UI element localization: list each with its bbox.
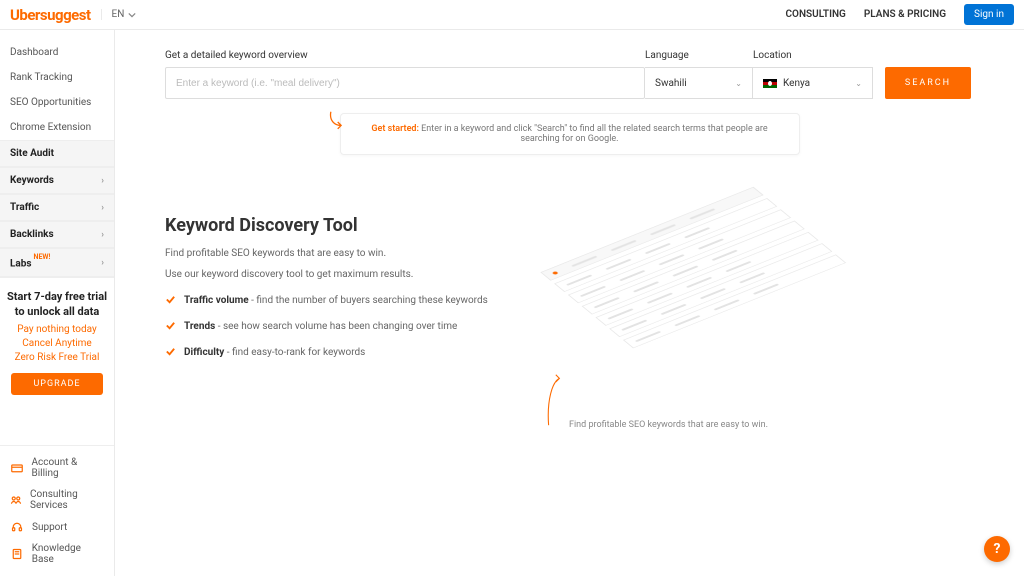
plans-pricing-link[interactable]: PLANS & PRICING	[864, 9, 946, 20]
discovery-section: Keyword Discovery Tool Find profitable S…	[165, 215, 974, 372]
tip-body: Enter in a keyword and click "Search" to…	[419, 124, 768, 144]
sidebar-consulting-services[interactable]: Consulting Services	[0, 484, 114, 516]
logo[interactable]: Ubersuggest	[10, 6, 91, 24]
header-right: CONSULTING PLANS & PRICING Sign in	[786, 4, 1014, 25]
discovery-paragraph: Find profitable SEO keywords that are ea…	[165, 248, 505, 259]
sign-in-button[interactable]: Sign in	[964, 4, 1014, 25]
illustration-caption: Find profitable SEO keywords that are ea…	[569, 420, 768, 430]
sidebar-head-traffic[interactable]: Traffic ›	[0, 194, 114, 221]
top-header: Ubersuggest EN CONSULTING PLANS & PRICIN…	[0, 0, 1024, 30]
sidebar-item-chrome-extension[interactable]: Chrome Extension	[0, 115, 114, 140]
discovery-bullets: Traffic volume - find the number of buye…	[165, 294, 505, 362]
sidebar-head-label: Traffic	[10, 202, 39, 213]
location-value: Kenya	[783, 78, 810, 89]
sidebar-item-dashboard[interactable]: Dashboard	[0, 40, 114, 65]
sidebar-knowledge-base[interactable]: Knowledge Base	[0, 538, 114, 570]
sidebar-footer-label: Consulting Services	[30, 489, 104, 511]
sidebar-head-keywords[interactable]: Keywords ›	[0, 167, 114, 194]
sidebar-head-label: Site Audit	[10, 148, 54, 159]
help-button[interactable]: ?	[984, 536, 1010, 562]
main-content: Get a detailed keyword overview Language…	[115, 30, 1024, 576]
label-keyword: Get a detailed keyword overview	[165, 50, 645, 61]
sidebar-item-seo-opportunities[interactable]: SEO Opportunities	[0, 90, 114, 115]
discovery-text: Keyword Discovery Tool Find profitable S…	[165, 215, 505, 372]
sidebar-footer-label: Support	[32, 522, 67, 533]
sidebar-account-billing[interactable]: Account & Billing	[0, 452, 114, 484]
sidebar-head-label: LabsNEW!	[10, 256, 50, 269]
chevron-right-icon: ›	[101, 230, 104, 240]
sidebar-footer-label: Knowledge Base	[32, 543, 104, 565]
document-icon	[10, 548, 24, 560]
sidebar-support[interactable]: Support	[0, 516, 114, 538]
search-row: Swahili ⌄ Kenya ⌄ SEARCH	[165, 67, 974, 99]
chevron-right-icon: ›	[101, 176, 104, 186]
bullet-traffic-volume: Traffic volume - find the number of buye…	[165, 294, 505, 310]
trial-title: Start 7-day free trialto unlock all data	[6, 290, 108, 319]
discovery-illustration: Find profitable SEO keywords that are ea…	[555, 215, 974, 372]
lang-code: EN	[112, 9, 125, 20]
card-icon	[10, 462, 23, 474]
location-select[interactable]: Kenya ⌄	[753, 67, 873, 99]
bullet-trends: Trends - see how search volume has been …	[165, 320, 505, 336]
discovery-paragraph: Use our keyword discovery tool to get ma…	[165, 269, 505, 280]
chevron-right-icon: ›	[101, 203, 104, 213]
language-select[interactable]: Swahili ⌄	[645, 67, 753, 99]
illustration-caption-wrap: Find profitable SEO keywords that are ea…	[545, 370, 768, 430]
sidebar-head-backlinks[interactable]: Backlinks ›	[0, 221, 114, 248]
consulting-link[interactable]: CONSULTING	[786, 9, 846, 20]
trial-line: Cancel Anytime	[6, 337, 108, 351]
label-location: Location	[753, 50, 873, 61]
header-left: Ubersuggest EN	[10, 6, 136, 24]
people-icon	[10, 494, 22, 506]
sidebar-head-labs[interactable]: LabsNEW! ›	[0, 248, 114, 277]
search-labels: Get a detailed keyword overview Language…	[165, 50, 974, 61]
sidebar-footer: Account & Billing Consulting Services Su…	[0, 445, 114, 576]
flag-icon	[763, 79, 777, 88]
chevron-down-icon	[128, 11, 136, 19]
check-icon	[165, 346, 176, 362]
chevron-down-icon: ⌄	[735, 79, 742, 88]
check-icon	[165, 320, 176, 336]
discovery-title: Keyword Discovery Tool	[165, 215, 505, 236]
language-value: Swahili	[655, 78, 687, 89]
trial-line: Zero Risk Free Trial	[6, 351, 108, 365]
keyword-input[interactable]	[165, 67, 645, 99]
chevron-right-icon: ›	[101, 258, 104, 268]
bullet-difficulty: Difficulty - find easy-to-rank for keywo…	[165, 346, 505, 362]
get-started-tip: Get started: Enter in a keyword and clic…	[340, 113, 800, 155]
sidebar: Dashboard Rank Tracking SEO Opportunitie…	[0, 30, 115, 576]
chevron-down-icon: ⌄	[855, 79, 862, 88]
language-switcher[interactable]: EN	[101, 9, 137, 20]
tip-lead: Get started:	[371, 124, 419, 134]
label-language: Language	[645, 50, 753, 61]
trial-box: Start 7-day free trialto unlock all data…	[0, 277, 114, 407]
sidebar-head-label: Keywords	[10, 175, 54, 186]
check-icon	[165, 294, 176, 310]
sidebar-head-label: Backlinks	[10, 229, 54, 240]
headphones-icon	[10, 521, 24, 533]
upgrade-button[interactable]: UPGRADE	[11, 373, 103, 395]
new-badge: NEW!	[34, 253, 51, 261]
arrow-icon	[327, 110, 345, 137]
arrow-icon	[545, 370, 563, 430]
sidebar-nav: Dashboard Rank Tracking SEO Opportunitie…	[0, 40, 114, 407]
sidebar-footer-label: Account & Billing	[31, 457, 104, 479]
sidebar-head-site-audit[interactable]: Site Audit	[0, 140, 114, 167]
sidebar-item-rank-tracking[interactable]: Rank Tracking	[0, 65, 114, 90]
isometric-table-graphic	[540, 187, 849, 351]
search-button[interactable]: SEARCH	[885, 67, 971, 99]
trial-line: Pay nothing today	[6, 323, 108, 337]
